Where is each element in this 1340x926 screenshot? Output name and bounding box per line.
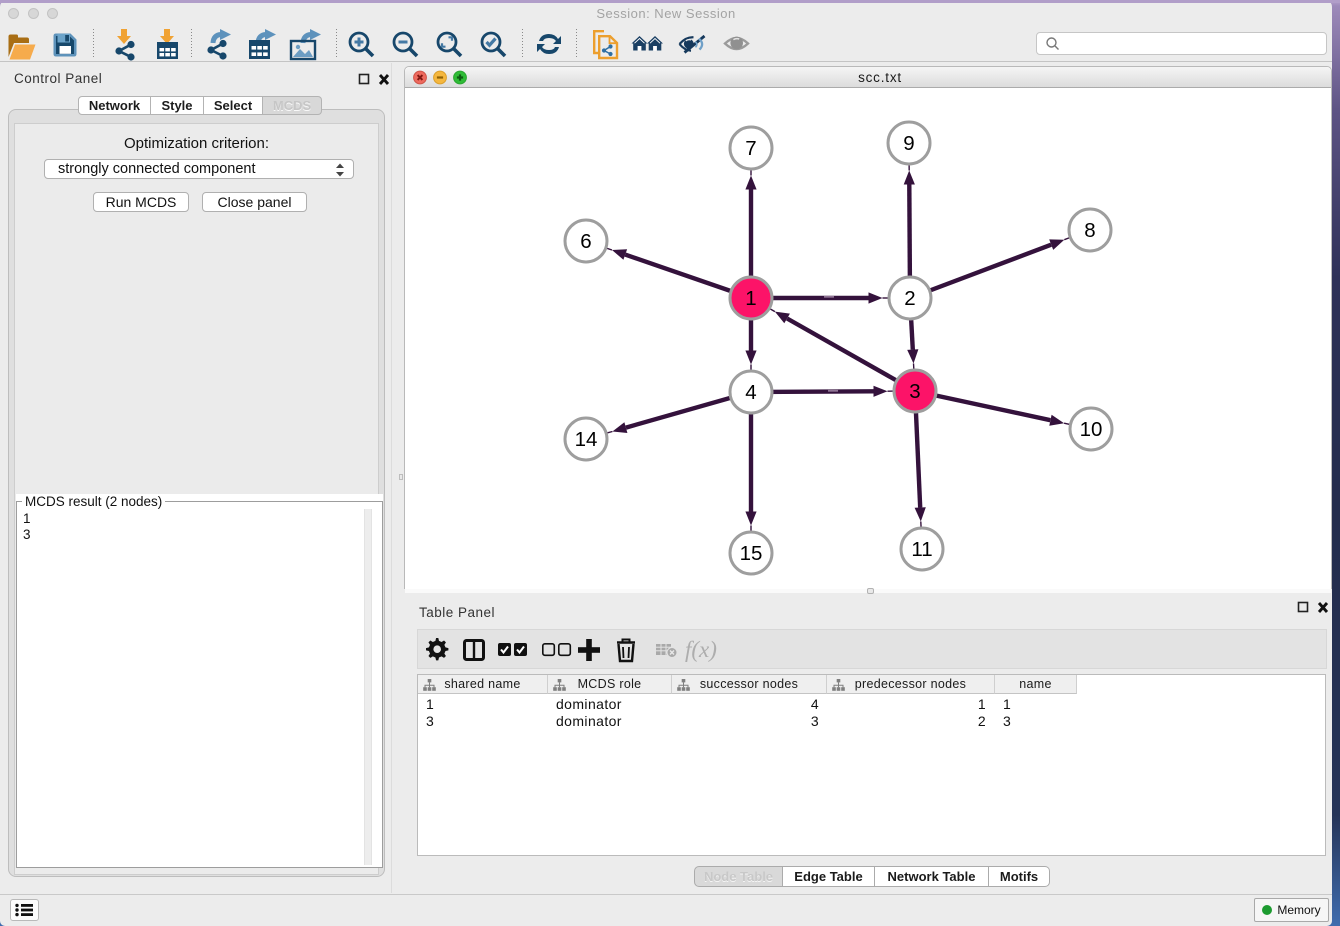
svg-text:10: 10	[1080, 418, 1103, 441]
svg-text:11: 11	[911, 538, 932, 561]
svg-text:4: 4	[745, 381, 756, 404]
svg-text:7: 7	[745, 137, 756, 160]
svg-text:2: 2	[904, 287, 915, 310]
svg-text:15: 15	[740, 542, 763, 565]
svg-text:14: 14	[575, 428, 598, 451]
svg-text:8: 8	[1084, 219, 1095, 242]
svg-text:3: 3	[909, 380, 920, 403]
svg-text:6: 6	[580, 230, 591, 253]
svg-text:1: 1	[745, 287, 756, 310]
svg-text:9: 9	[903, 132, 914, 155]
svg-text:f(x): f(x)	[685, 637, 717, 662]
